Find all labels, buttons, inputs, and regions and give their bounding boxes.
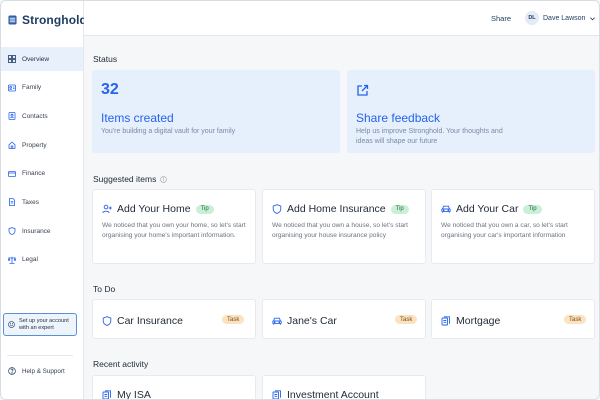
share-feedback-subtitle: Help us improve Stronghold. Your thought…	[356, 128, 503, 145]
app-window: Stronghold Overview Family Contacts Prop…	[0, 0, 600, 400]
sidebar-item-label: Taxes	[22, 198, 39, 206]
card-description: We noticed that you own your home, so le…	[102, 222, 246, 239]
scale-icon	[8, 256, 16, 264]
recent-activity-heading: Recent activity	[93, 359, 149, 369]
help-support-link[interactable]: Help & Support	[8, 367, 65, 375]
suggested-card-car[interactable]: Add Your Car Tip We noticed that you own…	[431, 189, 595, 264]
task-label: Jane's Car	[272, 315, 337, 327]
recent-title: My ISA	[117, 389, 151, 400]
family-card-icon	[8, 84, 16, 92]
todo-task-janes-car[interactable]: Jane's Car Task	[262, 299, 426, 339]
card-header: Add Your Car Tip	[441, 203, 542, 215]
document-stack-icon	[102, 390, 111, 399]
card-description: We noticed that you own a house, so let'…	[272, 222, 409, 239]
sidebar-item-label: Property	[22, 141, 47, 149]
items-created-title: Items created	[101, 111, 174, 125]
share-feedback-title: Share feedback	[356, 111, 441, 125]
card-header: Add Your Home Tip	[102, 203, 214, 215]
sidebar-divider	[7, 355, 73, 356]
add-person-icon	[102, 204, 112, 214]
chevron-down-icon	[590, 16, 596, 20]
expert-label: Set up your account with an expert	[19, 317, 69, 331]
sidebar-item-property[interactable]: Property	[1, 133, 83, 157]
user-menu[interactable]: DL Dave Lawson	[525, 11, 596, 25]
items-created-card[interactable]: 32 Items created You're building a digit…	[92, 70, 340, 153]
car-icon	[272, 317, 282, 325]
card-title: Add Your Car	[456, 203, 519, 215]
shield-icon	[102, 316, 112, 326]
items-count: 32	[101, 81, 119, 98]
suggested-items-heading: Suggested items	[93, 174, 168, 184]
recent-item-my-isa[interactable]: My ISA	[92, 375, 256, 400]
sidebar: Stronghold Overview Family Contacts Prop…	[1, 1, 87, 399]
sidebar-item-label: Finance	[22, 170, 46, 178]
suggested-card-home[interactable]: Add Your Home Tip We noticed that you ow…	[92, 189, 256, 264]
items-created-subtitle: You're building a digital vault for your…	[101, 128, 236, 135]
external-link-icon	[357, 84, 369, 96]
house-icon	[8, 141, 16, 149]
tip-badge: Tip	[523, 204, 542, 214]
shield-icon	[272, 204, 282, 214]
tip-badge: Tip	[390, 204, 409, 214]
todo-task-mortgage[interactable]: Mortgage Task	[431, 299, 595, 339]
shield-icon	[8, 227, 16, 236]
contacts-icon	[8, 112, 16, 121]
sidebar-item-label: Legal	[22, 256, 38, 264]
document-stack-icon	[441, 316, 450, 326]
sidebar-item-insurance[interactable]: Insurance	[1, 219, 83, 243]
card-title: Add Your Home	[117, 203, 191, 215]
task-title: Car Insurance	[117, 315, 183, 327]
task-label: Car Insurance	[102, 315, 183, 327]
task-badge: Task	[395, 315, 418, 324]
share-link[interactable]: Share	[491, 14, 511, 23]
sidebar-item-family[interactable]: Family	[1, 76, 83, 100]
document-stack-icon	[272, 390, 281, 399]
top-bar: Share DL Dave Lawson	[84, 1, 599, 36]
suggested-card-home-insurance[interactable]: Add Home Insurance Tip We noticed that y…	[262, 189, 426, 264]
stronghold-logo-icon	[8, 15, 17, 25]
sidebar-item-label: Contacts	[22, 112, 48, 120]
brand[interactable]: Stronghold	[8, 13, 87, 27]
sidebar-item-taxes[interactable]: Taxes	[1, 190, 83, 214]
info-icon[interactable]	[160, 175, 168, 183]
sidebar-item-label: Insurance	[22, 227, 51, 235]
task-badge: Task	[222, 315, 245, 324]
help-label: Help & Support	[22, 367, 65, 375]
help-icon	[8, 367, 16, 375]
task-label: Mortgage	[441, 315, 500, 327]
tip-badge: Tip	[195, 204, 214, 214]
brand-name: Stronghold	[22, 13, 87, 27]
setup-with-expert-button[interactable]: Set up your account with an expert	[3, 313, 77, 336]
smile-icon	[8, 321, 15, 328]
task-badge: Task	[564, 315, 587, 324]
sidebar-item-finance[interactable]: Finance	[1, 162, 83, 186]
recent-item-investment-account[interactable]: Investment Account	[262, 375, 426, 400]
status-heading: Status	[93, 54, 118, 64]
avatar: DL	[525, 11, 539, 25]
card-icon	[8, 170, 16, 177]
share-feedback-card[interactable]: Share feedback Help us improve Stronghol…	[347, 70, 595, 153]
sidebar-item-label: Overview	[22, 55, 50, 63]
todo-heading: To Do	[93, 284, 116, 294]
sidebar-item-contacts[interactable]: Contacts	[1, 104, 83, 128]
sidebar-item-overview[interactable]: Overview	[1, 47, 83, 71]
car-icon	[441, 205, 451, 213]
document-icon	[9, 198, 15, 207]
grid-icon	[8, 55, 16, 63]
sidebar-nav: Overview Family Contacts Property Financ…	[1, 47, 83, 277]
sidebar-item-label: Family	[22, 84, 42, 92]
card-title: Add Home Insurance	[287, 203, 386, 215]
recent-label: My ISA	[102, 389, 151, 400]
task-title: Mortgage	[456, 315, 501, 327]
task-title: Jane's Car	[287, 315, 337, 327]
card-description: We noticed that you own a car, so let's …	[441, 222, 568, 239]
todo-task-car-insurance[interactable]: Car Insurance Task	[92, 299, 256, 339]
recent-label: Investment Account	[272, 389, 379, 400]
card-header: Add Home Insurance Tip	[272, 203, 409, 215]
recent-title: Investment Account	[287, 389, 379, 400]
sidebar-item-legal[interactable]: Legal	[1, 248, 83, 272]
user-name: Dave Lawson	[543, 14, 586, 22]
